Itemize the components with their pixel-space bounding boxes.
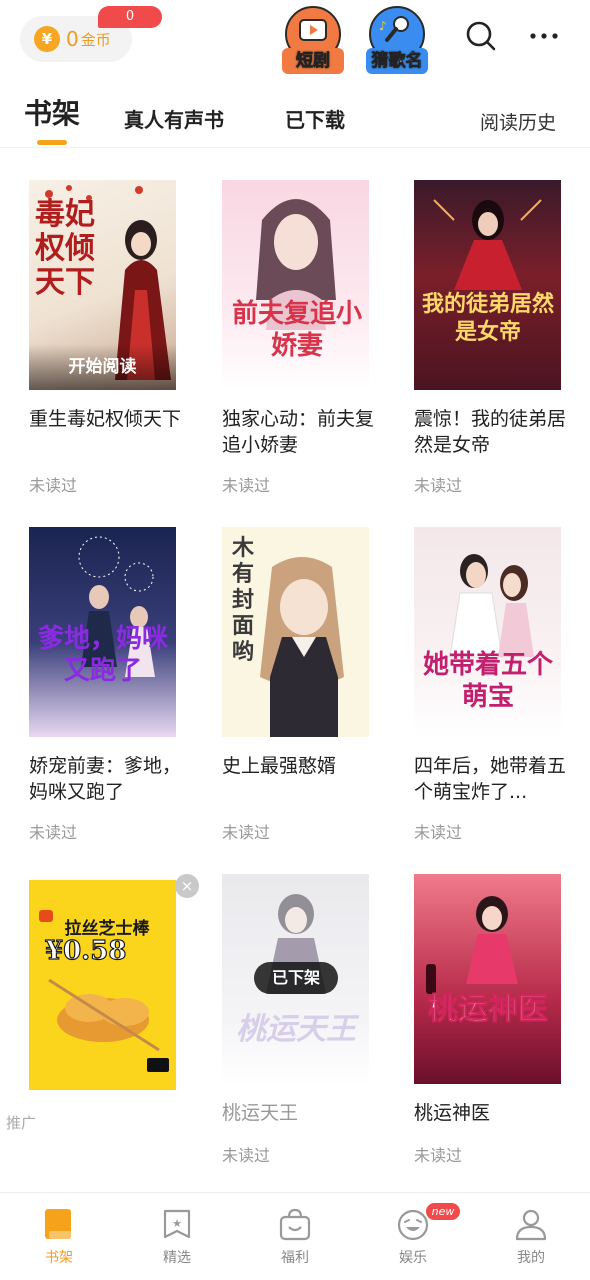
cover-title: 我的徒弟居然是女帝 [422, 291, 555, 345]
book-title: 重生毒妃权倾天下 [29, 408, 182, 430]
tab-downloaded[interactable]: 已下载 [285, 104, 345, 133]
cover-title: 她带着五个萌宝 [422, 650, 553, 712]
start-reading-label: 开始阅读 [29, 344, 176, 390]
book-item[interactable]: 爹地，妈咪又跑了 娇宠前妻：爹地，妈咪又跑了 未读过 [29, 527, 189, 847]
more-icon[interactable] [528, 20, 560, 52]
book-cover[interactable]: 桃运神医 [414, 874, 561, 1084]
nav-label: 娱乐 [399, 1250, 427, 1266]
featured-icon: ★ [159, 1207, 195, 1243]
removed-badge: 已下架 [254, 962, 338, 994]
guess-song-label: 猜歌名 [366, 48, 428, 74]
bottom-navigation: 书架 ★ 精选 福利 new 娱乐 我的 [0, 1192, 590, 1280]
nav-label: 我的 [517, 1250, 545, 1266]
coin-count: 0 [66, 27, 79, 51]
ad-price: ¥0.58 [44, 935, 127, 966]
coin-icon: ¥ [34, 26, 60, 52]
book-item[interactable]: 她带着五个萌宝 四年后，她带着五个萌宝炸了... 未读过 [414, 527, 574, 847]
nav-label: 福利 [281, 1250, 309, 1266]
cover-title: 爹地，妈咪又跑了 [37, 624, 168, 686]
active-tab-indicator [37, 140, 67, 145]
book-title: 桃运天王 [222, 1102, 299, 1124]
book-cover[interactable]: 前夫复追小娇妻 [222, 180, 369, 390]
guess-song-button[interactable]: ♪ 猜歌名 [366, 6, 428, 74]
nav-item-featured[interactable]: ★ 精选 [118, 1193, 236, 1280]
shelf-tabs: 书架 真人有声书 已下载 阅读历史 [0, 92, 590, 148]
read-status: 未读过 [29, 476, 78, 495]
read-status: 未读过 [222, 823, 271, 842]
ad-image[interactable]: 拉丝芝士棒 ¥0.58 [29, 880, 176, 1090]
ad-item[interactable]: 拉丝芝士棒 ¥0.58 × [29, 874, 199, 1140]
book-cover[interactable]: 我的徒弟居然是女帝 [414, 180, 561, 390]
gift-bag-icon [277, 1207, 313, 1243]
nav-item-profile[interactable]: 我的 [472, 1193, 590, 1280]
nav-item-entertainment[interactable]: new 娱乐 [354, 1193, 472, 1280]
book-title: 四年后，她带着五个萌宝炸了... [414, 755, 567, 803]
read-status: 未读过 [29, 823, 78, 842]
nav-label: 书架 [45, 1250, 73, 1266]
book-cover[interactable]: 爹地，妈咪又跑了 [29, 527, 176, 737]
short-drama-button[interactable]: 短剧 [282, 6, 344, 74]
new-badge: new [426, 1203, 460, 1220]
cover-title: 桃运神医 [428, 992, 549, 1028]
read-status: 未读过 [414, 823, 463, 842]
book-item[interactable]: 木有封面哟 史上最强憨婿 未读过 [222, 527, 382, 847]
coin-badge: 0 [98, 6, 162, 28]
book-item[interactable]: 前夫复追小娇妻 独家心动：前夫复追小娇妻 未读过 [222, 180, 382, 500]
nav-item-bookshelf[interactable]: 书架 [0, 1193, 118, 1280]
read-status: 未读过 [414, 1146, 463, 1165]
reading-history-link[interactable]: 阅读历史 [480, 108, 556, 135]
book-item[interactable]: 桃运神医 桃运神医 未读过 [414, 874, 574, 1174]
tab-bookshelf[interactable]: 书架 [24, 92, 80, 132]
cover-title: 前夫复追小娇妻 [232, 299, 363, 361]
nav-item-welfare[interactable]: 福利 [236, 1193, 354, 1280]
read-status: 未读过 [222, 1146, 271, 1165]
book-title: 桃运神医 [414, 1102, 491, 1124]
short-drama-label: 短剧 [282, 48, 344, 74]
ad-close-button[interactable]: × [175, 874, 199, 898]
coin-unit: 金币 [80, 30, 111, 49]
cover-title: 木有封面哟 [232, 535, 255, 665]
bookshelf-icon [41, 1207, 77, 1243]
top-bar: ¥ 0 金币 0 短剧 ♪ 猜歌名 [0, 0, 590, 86]
book-title: 娇宠前妻：爹地，妈咪又跑了 [29, 755, 182, 803]
book-cover[interactable]: 她带着五个萌宝 [414, 527, 561, 737]
book-title: 史上最强憨婿 [222, 755, 337, 777]
svg-text:★: ★ [172, 1217, 182, 1230]
book-cover[interactable]: 木有封面哟 [222, 527, 369, 737]
book-item[interactable]: 毒妃权倾天下 开始阅读 重生毒妃权倾天下 未读过 [29, 180, 189, 500]
profile-icon [513, 1207, 549, 1243]
search-icon[interactable] [465, 20, 497, 52]
read-status: 未读过 [414, 476, 463, 495]
cover-title: 毒妃权倾天下 [35, 197, 95, 300]
book-item[interactable]: 桃运天王 已下架 桃运天王 未读过 [222, 874, 382, 1174]
book-cover[interactable]: 毒妃权倾天下 开始阅读 [29, 180, 176, 390]
book-title: 独家心动：前夫复追小娇妻 [222, 408, 375, 456]
ad-label: 推广 [6, 1114, 37, 1132]
nav-label: 精选 [163, 1250, 191, 1266]
tab-audiobooks[interactable]: 真人有声书 [124, 104, 224, 133]
book-cover[interactable]: 桃运天王 已下架 [222, 874, 369, 1084]
book-item[interactable]: 我的徒弟居然是女帝 震惊！我的徒弟居然是女帝 未读过 [414, 180, 574, 500]
book-title: 震惊！我的徒弟居然是女帝 [414, 408, 567, 456]
svg-text:♪: ♪ [379, 19, 387, 33]
read-status: 未读过 [222, 476, 271, 495]
